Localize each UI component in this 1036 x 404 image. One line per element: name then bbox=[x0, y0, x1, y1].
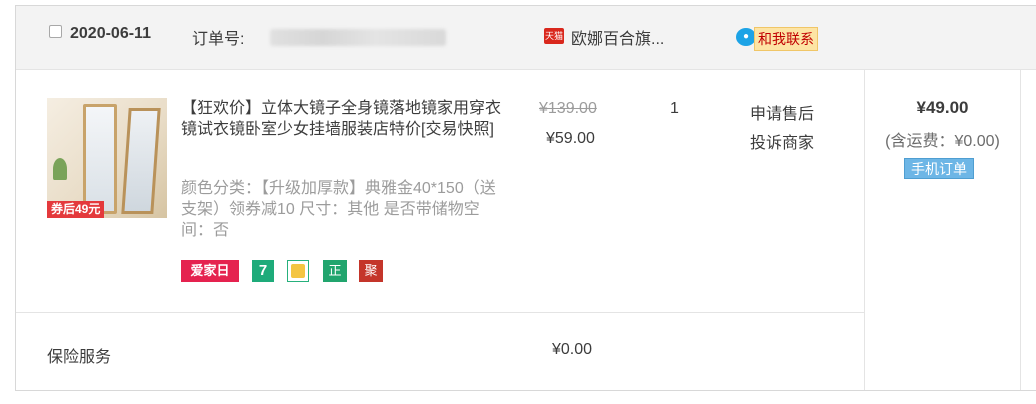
contact-seller-label: 和我联系 bbox=[754, 27, 818, 51]
insurance-price: ¥0.00 bbox=[552, 341, 593, 358]
unit-price: ¥59.00 bbox=[546, 130, 595, 147]
insurance-service-label: 保险服务 bbox=[47, 349, 112, 366]
order-card: 2020-06-11 订单号: 天猫 欧娜百合旗... ● 和我联系 券后49元… bbox=[15, 5, 1036, 391]
order-select-checkbox[interactable] bbox=[49, 25, 62, 38]
badge-home-day[interactable]: 爱家日 bbox=[181, 260, 239, 282]
mirror-image-2 bbox=[121, 108, 161, 214]
shop-name-link[interactable]: 欧娜百合旗... bbox=[571, 25, 664, 49]
shipping-fee: (含运费：¥0.00) bbox=[885, 133, 1000, 150]
column-divider-2 bbox=[1020, 69, 1021, 390]
badge-genuine[interactable]: 正 bbox=[323, 260, 347, 282]
row-divider bbox=[16, 312, 864, 313]
promo-tag: 券后49元 bbox=[47, 201, 105, 218]
quantity: 1 bbox=[670, 100, 679, 117]
original-price: ¥139.00 bbox=[539, 100, 597, 117]
mirror-image bbox=[83, 104, 117, 214]
order-date: 2020-06-11 bbox=[70, 25, 151, 42]
complain-seller-link[interactable]: 投诉商家 bbox=[750, 129, 814, 153]
mobile-order-badge: 手机订单 bbox=[904, 158, 974, 179]
badge-gift-icon[interactable] bbox=[287, 260, 309, 282]
order-number-redacted bbox=[270, 29, 446, 46]
order-total: ¥49.00 bbox=[916, 98, 969, 117]
chat-bubble-icon: ● bbox=[736, 28, 756, 46]
tmall-icon: 天猫 bbox=[544, 28, 564, 44]
apply-after-sale-link[interactable]: 申请售后 bbox=[750, 100, 814, 124]
badge-7-day-return[interactable]: 7 bbox=[252, 260, 274, 282]
product-title-link[interactable]: 【狂欢价】立体大镜子全身镜落地镜家用穿衣镜试衣镜卧室少女挂墙服装店特价[交易快照… bbox=[181, 98, 511, 140]
product-sku-info: 颜色分类：【升级加厚款】典雅金40*150（送支架）领券减10 尺寸：其他 是否… bbox=[181, 180, 496, 239]
product-thumbnail[interactable]: 券后49元 bbox=[47, 98, 167, 218]
badge-juhuasuan[interactable]: 聚 bbox=[359, 260, 383, 282]
plant-image bbox=[53, 158, 67, 180]
order-number-label: 订单号: bbox=[192, 31, 245, 48]
order-header: 2020-06-11 订单号: 天猫 欧娜百合旗... ● 和我联系 bbox=[16, 6, 1036, 70]
